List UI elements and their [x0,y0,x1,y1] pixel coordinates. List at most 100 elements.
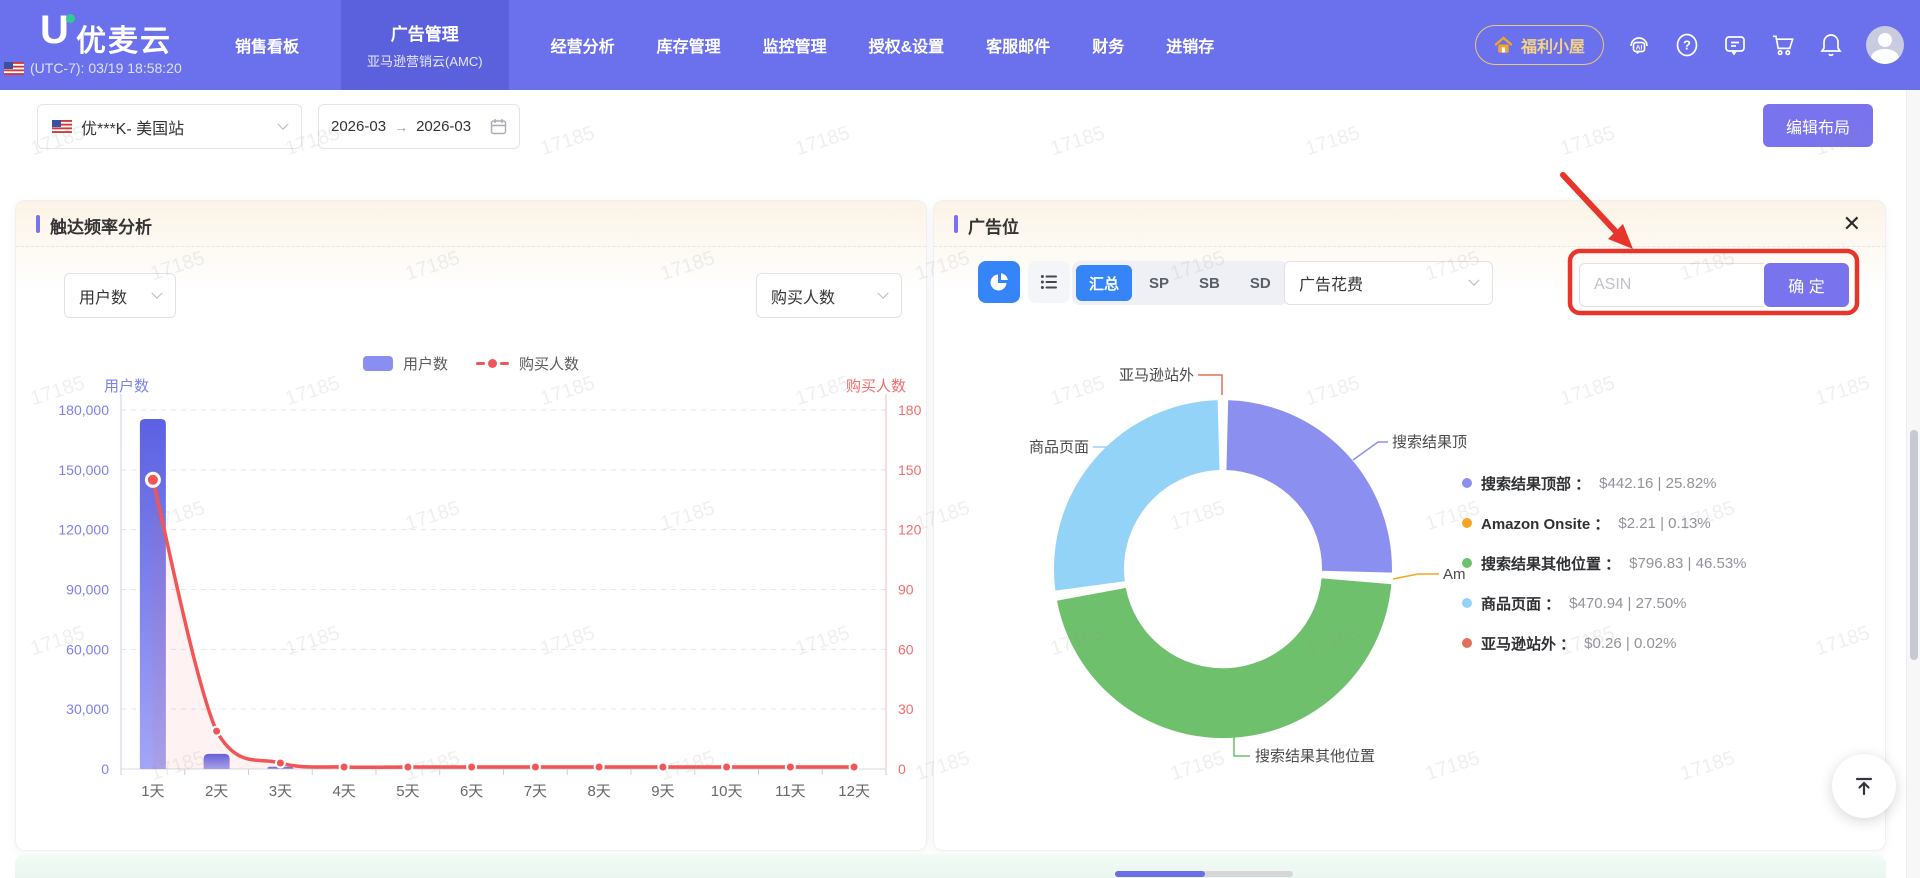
svg-text:180: 180 [898,402,922,418]
chevron-down-icon [1468,274,1480,286]
line-point[interactable] [466,761,478,773]
legend-buyers-marker[interactable] [476,359,509,368]
timezone-row: (UTC-7): 03/19 18:58:20 [4,60,182,76]
svg-text:用户数: 用户数 [104,378,149,395]
close-icon[interactable]: ✕ [1843,211,1861,237]
line-point[interactable] [657,761,669,773]
reach-frequency-panel: 触达频率分析 用户数 购买人数 用户数 购买人数 用户数 购买人数 180,000 1… [15,200,927,851]
nav-menu: 销售看板 广告管理 亚马逊营销云(AMC) 经营分析 库存管理 监控管理 授权&… [235,0,1214,90]
line-point[interactable] [211,725,223,737]
page-scrollbar[interactable] [1906,90,1920,878]
nav-item-monitoring[interactable]: 监控管理 [763,33,827,57]
line-point[interactable] [784,761,796,773]
svg-text:4天: 4天 [332,783,355,800]
bell-icon[interactable] [1818,32,1844,58]
scrollbar-thumb[interactable] [1115,871,1205,877]
svg-text:30,000: 30,000 [66,701,109,717]
feedback-icon[interactable] [1722,32,1748,58]
line-point[interactable] [593,761,605,773]
ad-placement-panel: 广告位 ✕ 汇总 SP SB SD 广告花费 确 定 亚马逊站外 搜索结果顶 A… [933,200,1886,851]
nav-item-business-analysis[interactable]: 经营分析 [551,33,615,57]
ad-placement-donut-chart: 亚马逊站外 搜索结果顶 Am 商品页面 搜索结果其他位置 [1029,367,1467,765]
svg-text:120,000: 120,000 [58,522,109,538]
svg-text:150: 150 [898,462,922,478]
chart-legend: 用户数 购买人数 [16,353,926,374]
line-point[interactable] [848,761,860,773]
cart-icon[interactable] [1770,32,1796,58]
nav-item-purchase-sale[interactable]: 进销存 [1166,33,1214,57]
svg-text:90,000: 90,000 [66,582,109,598]
date-end: 2026-03 [416,118,472,135]
line-point[interactable] [721,761,733,773]
nav-item-authorization[interactable]: 授权&设置 [869,33,945,57]
callout-line-offsite [1198,374,1223,395]
store-selector[interactable]: 优***K- 美国站 [37,104,302,149]
house-icon [1494,36,1513,53]
date-arrow: → [394,118,409,135]
callout-line-amazon-onsite [1392,573,1439,580]
donut-slice[interactable] [1224,398,1394,575]
brand-name: 优麦云 [76,25,172,58]
pie-view-button[interactable] [978,261,1020,303]
svg-text:1天: 1天 [141,783,164,800]
metric-select-ad-spend[interactable]: 广告花费 [1284,261,1493,305]
avatar[interactable] [1866,26,1904,64]
svg-text:30: 30 [898,701,914,717]
ai-assistant-icon[interactable]: AI [1626,32,1652,58]
logo-dot [66,14,75,23]
title-accent-bar [954,215,958,233]
line-point[interactable] [144,471,161,488]
back-to-top-button[interactable] [1832,754,1896,818]
ad-type-tabs: 汇总 SP SB SD [1072,261,1288,305]
edit-layout-button[interactable]: 编辑布局 [1763,104,1873,147]
logo-icon: U [40,8,69,52]
tab-sb[interactable]: SB [1186,265,1233,301]
date-range-picker[interactable]: 2026-03 → 2026-03 [318,104,520,149]
legend-buyers-label[interactable]: 购买人数 [519,353,579,374]
tab-summary[interactable]: 汇总 [1076,265,1133,301]
list-icon [1040,275,1057,289]
donut-slices[interactable] [1051,398,1394,741]
line-point[interactable] [274,757,286,769]
line-point[interactable] [402,761,414,773]
svg-text:11天: 11天 [775,783,806,800]
legend-users-swatch[interactable] [362,356,393,371]
top-navbar: U 优麦云 (UTC-7): 03/19 18:58:20 销售看板 广告管理 … [0,0,1920,90]
legend-row: 搜索结果顶部 ： $442.16 | 25.82% [1462,463,1747,503]
confirm-button[interactable]: 确 定 [1764,263,1849,307]
callout-line-top-search [1352,441,1388,461]
list-view-button[interactable] [1028,261,1070,303]
us-flag-icon [52,120,72,133]
legend-users-label[interactable]: 用户数 [403,353,448,374]
legend-row: Amazon Onsite ： $2.21 | 0.13% [1462,503,1747,543]
nav-item-finance[interactable]: 财务 [1092,33,1124,57]
svg-text:10天: 10天 [711,783,743,800]
svg-text:7天: 7天 [524,783,547,800]
panel-title: 广告位 [968,218,1019,237]
svg-text:3天: 3天 [269,783,292,800]
reach-frequency-chart: 用户数 购买人数 180,000 180 150,000 150 120,000 120 90,… [58,378,922,800]
tab-sp[interactable]: SP [1136,265,1182,301]
us-flag-icon [4,61,24,75]
line-point[interactable] [529,761,541,773]
svg-text:9天: 9天 [651,783,674,800]
donut-slice[interactable] [1054,576,1394,741]
svg-text:6天: 6天 [460,783,483,800]
horizontal-scrollbar[interactable] [1115,871,1293,877]
donut-slice[interactable] [1051,398,1222,593]
svg-text:0: 0 [898,761,906,777]
tab-sd[interactable]: SD [1237,265,1284,301]
nav-item-sales-board[interactable]: 销售看板 [235,33,299,57]
svg-text:AI: AI [1636,44,1643,51]
asin-input[interactable] [1579,263,1764,307]
svg-text:2天: 2天 [205,783,228,800]
nav-item-ad-management[interactable]: 广告管理 亚马逊营销云(AMC) [341,0,509,90]
timezone-label: (UTC-7): 03/19 18:58:20 [30,60,182,76]
svg-text:60,000: 60,000 [66,641,109,657]
welfare-house-button[interactable]: 福利小屋 [1474,25,1604,65]
scrollbar-thumb[interactable] [1910,430,1918,660]
help-icon[interactable]: ? [1674,32,1700,58]
nav-item-customer-email[interactable]: 客服邮件 [986,33,1050,57]
nav-item-inventory[interactable]: 库存管理 [657,33,721,57]
line-point[interactable] [338,761,350,773]
